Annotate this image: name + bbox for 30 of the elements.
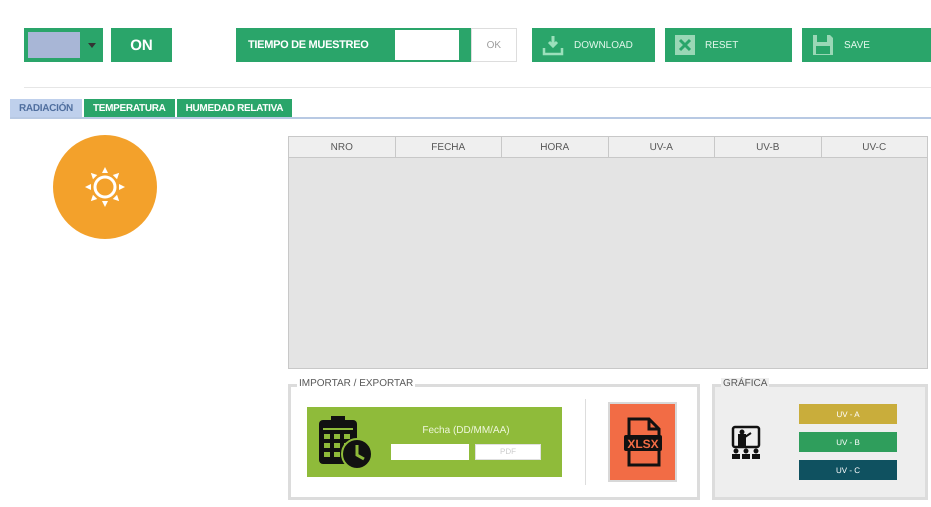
panel-title: IMPORTAR / EXPORTAR xyxy=(297,378,416,389)
column-header: NRO xyxy=(289,137,396,157)
sun-icon xyxy=(83,165,127,209)
column-header: UV-C xyxy=(861,140,888,154)
tab[interactable]: RADIACIÓN xyxy=(10,99,82,117)
date-label: Fecha (DD/MM/AA) xyxy=(422,424,510,436)
file-icon xyxy=(624,418,662,466)
sampling-label: TIEMPO DE MUESTREO xyxy=(247,39,370,51)
calendar-clock-icon xyxy=(317,414,373,470)
download-icon xyxy=(542,34,564,56)
presenter-icon xyxy=(731,425,761,459)
column-header: HORA xyxy=(502,137,608,157)
caret-icon xyxy=(88,42,96,48)
series-button[interactable]: UV - A xyxy=(799,404,897,424)
tab[interactable]: HUMEDAD RELATIVA xyxy=(176,99,292,117)
date-input-field[interactable] xyxy=(391,444,469,460)
xlsx-button[interactable]: XLSX xyxy=(608,402,677,482)
column-header: FECHA xyxy=(396,137,502,157)
xlsx-label: XLSX xyxy=(627,437,658,451)
sampling-input-field[interactable] xyxy=(394,30,459,60)
series-button[interactable]: UV - B xyxy=(799,432,897,452)
on-button[interactable]: ON xyxy=(111,28,172,62)
series-button[interactable]: UV - C xyxy=(799,460,897,480)
tab[interactable]: TEMPERATURA xyxy=(84,99,175,117)
panel-title: GRÁFICA xyxy=(721,378,770,389)
column-header: UV-B xyxy=(715,137,822,157)
dropdown[interactable] xyxy=(24,28,103,62)
column-header: UV-A xyxy=(608,137,715,157)
ok-button[interactable]: OK xyxy=(470,28,517,62)
close-icon xyxy=(675,35,695,55)
